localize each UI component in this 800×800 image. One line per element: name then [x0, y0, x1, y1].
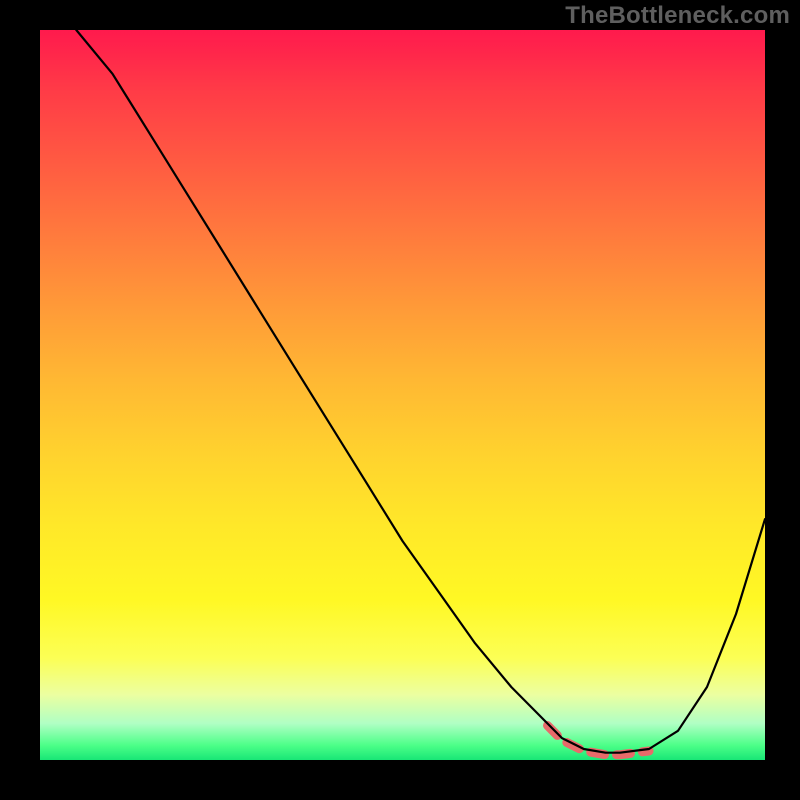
- chart-frame: TheBottleneck.com: [0, 0, 800, 800]
- bottleneck-curve: [76, 30, 765, 753]
- curve-layer: [40, 30, 765, 760]
- plot-area: [40, 30, 765, 760]
- watermark-text: TheBottleneck.com: [565, 2, 790, 30]
